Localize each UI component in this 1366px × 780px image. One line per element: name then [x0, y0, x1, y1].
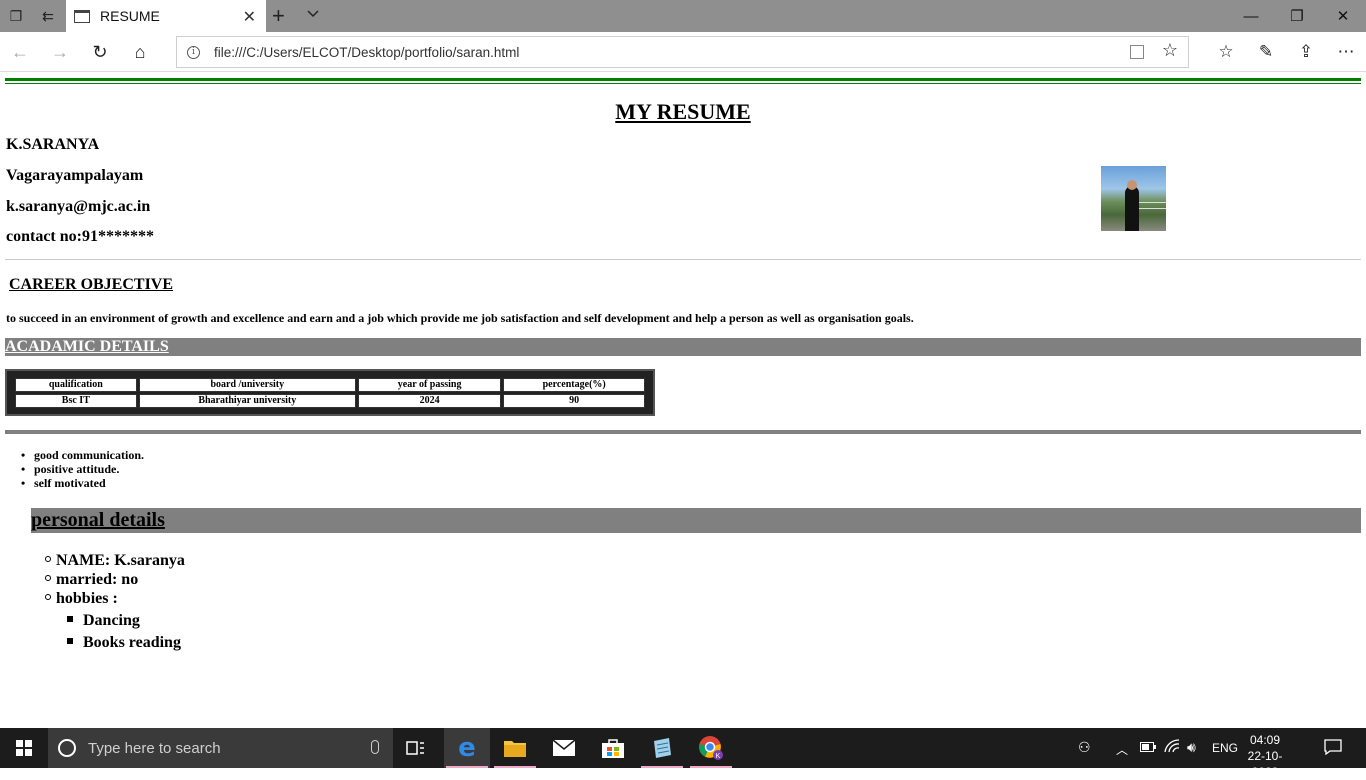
table-header: board /university	[138, 378, 356, 392]
name-heading: K.SARANYA	[6, 136, 100, 153]
browser-tab-bar: ❐ ⇇ RESUME ✕ + — ❐ ✕	[0, 0, 1366, 32]
home-icon[interactable]: ⌂	[128, 40, 152, 64]
tab-actions-icon[interactable]: ❐	[0, 0, 32, 32]
table-cell: Bharathiyar university	[138, 394, 356, 408]
new-tab-icon[interactable]: +	[272, 3, 285, 29]
favorite-star-icon[interactable]: ☆	[1162, 40, 1178, 61]
chevron-down-icon[interactable]	[306, 6, 320, 25]
url-text[interactable]: file:///C:/Users/ELCOT/Desktop/portfolio…	[214, 45, 519, 60]
profile-photo	[1101, 166, 1166, 231]
hobby-label: Books reading	[83, 634, 181, 651]
microphone-icon[interactable]	[371, 740, 379, 754]
chrome-icon[interactable]: K	[688, 728, 734, 768]
academic-table-frame: qualification board /university year of …	[5, 369, 655, 416]
table-header: year of passing	[357, 378, 502, 392]
contact-heading: contact no:91*******	[6, 228, 154, 245]
close-window-icon[interactable]: ✕	[1320, 0, 1366, 32]
list-item: self motivated	[18, 476, 144, 490]
store-icon[interactable]	[590, 728, 636, 768]
list-item: hobbies :	[45, 589, 185, 608]
page-icon	[74, 9, 90, 23]
pen-icon[interactable]: ✎	[1254, 40, 1278, 64]
tab-title: RESUME	[100, 8, 160, 24]
time: 04:09	[1249, 733, 1281, 747]
personal-heading-text: personal details	[31, 509, 165, 531]
language-indicator[interactable]: ENG	[1212, 741, 1238, 755]
volume-icon[interactable]: 🔊︎	[1187, 739, 1196, 756]
circle-bullet-icon	[45, 594, 51, 601]
table-header: percentage(%)	[503, 378, 645, 392]
circle-bullet-icon	[45, 575, 51, 582]
table-cell: Bsc IT	[15, 394, 137, 408]
restore-icon[interactable]: ❐	[1274, 0, 1320, 32]
refresh-icon[interactable]: ↻	[88, 40, 112, 64]
share-icon[interactable]: ⇪	[1294, 40, 1318, 64]
network-icon[interactable]	[1164, 739, 1180, 756]
set-aside-tabs-icon[interactable]: ⇇	[32, 0, 64, 32]
task-view-icon[interactable]	[393, 728, 439, 768]
search-input[interactable]	[88, 739, 358, 757]
minimize-icon[interactable]: —	[1228, 0, 1274, 32]
list-item: Books reading	[67, 632, 181, 654]
taskbar: e K ⚇ ︿ 🔊︎ ENG 04:09 22-10-2023	[0, 728, 1366, 779]
square-bullet-icon	[67, 638, 73, 645]
edge-browser-icon[interactable]: e	[444, 728, 490, 768]
personal-married: married: no	[56, 571, 139, 588]
clock[interactable]: 04:09 22-10-2023	[1240, 732, 1290, 780]
divider	[5, 259, 1361, 260]
favorites-icon[interactable]: ☆	[1214, 40, 1238, 64]
academic-table: qualification board /university year of …	[13, 376, 647, 410]
notifications-icon[interactable]	[1324, 739, 1342, 758]
windows-start-icon[interactable]	[0, 728, 48, 768]
top-rule	[5, 78, 1361, 84]
skills-list: good communication. positive attitude. s…	[18, 448, 144, 490]
personal-list: NAME: K.saranya married: no hobbies :	[45, 551, 185, 608]
page-title: MY RESUME	[615, 99, 751, 124]
personal-details-heading: personal details	[31, 508, 1361, 533]
table-header: qualification	[15, 378, 137, 392]
reading-view-icon[interactable]	[1130, 45, 1144, 59]
hobby-label: Dancing	[83, 612, 140, 629]
taskbar-search[interactable]	[48, 728, 393, 768]
address-bar[interactable]: i file:///C:/Users/ELCOT/Desktop/portfol…	[176, 36, 1189, 68]
tab-resume[interactable]: RESUME ✕	[66, 0, 266, 32]
hobbies-list: Dancing Books reading	[67, 610, 181, 654]
svg-text:K: K	[716, 753, 721, 760]
thick-divider	[5, 430, 1361, 434]
list-item: Dancing	[67, 610, 181, 632]
more-icon[interactable]: ⋯	[1334, 40, 1358, 64]
personal-name: NAME: K.saranya	[56, 552, 185, 569]
table-row: Bsc IT Bharathiyar university 2024 90	[15, 394, 645, 408]
cortana-icon[interactable]	[58, 739, 76, 757]
mail-icon[interactable]	[541, 728, 587, 768]
address-toolbar: ← → ↻ ⌂ i file:///C:/Users/ELCOT/Desktop…	[0, 32, 1366, 72]
close-tab-icon[interactable]: ✕	[243, 7, 256, 27]
chevron-up-icon[interactable]: ︿	[1116, 741, 1128, 758]
back-icon[interactable]: ←	[8, 40, 32, 64]
notepad-icon[interactable]	[639, 728, 685, 768]
people-icon[interactable]: ⚇	[1078, 739, 1091, 756]
personal-hobbies: hobbies :	[56, 590, 118, 607]
circle-bullet-icon	[45, 556, 51, 563]
place-heading: Vagarayampalayam	[6, 167, 144, 184]
career-objective-heading: CAREER OBJECTIVE	[9, 276, 174, 293]
forward-icon[interactable]: →	[48, 40, 72, 64]
table-cell: 2024	[357, 394, 502, 408]
table-cell: 90	[503, 394, 645, 408]
list-item: married: no	[45, 570, 185, 589]
page-content: MY RESUME K.SARANYA Vagarayampalayam k.s…	[0, 72, 1366, 728]
email-heading: k.saranya@mjc.ac.in	[6, 198, 151, 215]
academic-heading-text: ACADAMIC DETAILS	[5, 338, 169, 355]
square-bullet-icon	[67, 616, 73, 623]
battery-icon[interactable]	[1140, 739, 1156, 755]
academic-details-heading: ACADAMIC DETAILS	[5, 338, 1361, 356]
table-header-row: qualification board /university year of …	[15, 378, 645, 392]
list-item: positive attitude.	[18, 462, 144, 476]
list-item: good communication.	[18, 448, 144, 462]
info-icon[interactable]: i	[187, 45, 200, 59]
file-explorer-icon[interactable]	[492, 728, 538, 768]
career-objective-text: to succeed in an environment of growth a…	[6, 311, 914, 325]
list-item: NAME: K.saranya	[45, 551, 185, 570]
date: 22-10-2023	[1247, 749, 1283, 779]
